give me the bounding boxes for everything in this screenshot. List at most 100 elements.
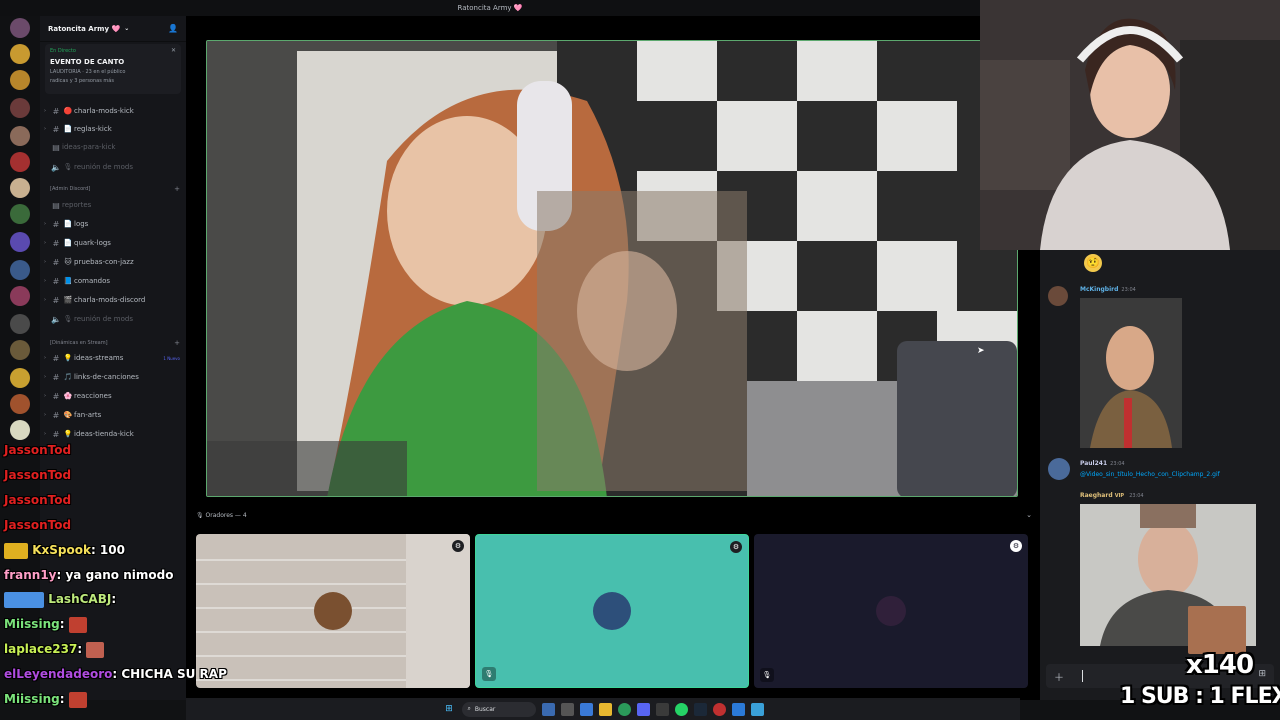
obs-icon[interactable] <box>655 702 669 716</box>
invite-people-icon[interactable]: 👤 <box>168 24 178 33</box>
gear-icon[interactable]: ⚙ <box>730 541 742 553</box>
channel-item[interactable]: › # 📄 logs <box>40 215 186 233</box>
plus-icon[interactable]: + <box>174 185 180 193</box>
overlay-chat-line: JassonTod <box>4 467 71 483</box>
message-time: 23:04 <box>1121 287 1136 293</box>
voice-channel-item[interactable]: 🔈 🎙 reunión de mods <box>40 158 186 176</box>
avatar <box>314 592 352 630</box>
server-icon[interactable] <box>10 394 30 414</box>
avatar[interactable] <box>1048 458 1070 480</box>
overlay-chat-user: JassonTod <box>4 443 72 457</box>
widgets-icon[interactable] <box>541 702 555 716</box>
server-icon[interactable] <box>10 126 30 146</box>
mic-muted-icon: 🎙 <box>760 668 774 682</box>
speaker-tile[interactable]: ⚙ <box>196 534 470 688</box>
server-icon[interactable] <box>10 420 30 440</box>
speaker-icon: 🔈 <box>51 162 61 172</box>
copilot-icon[interactable] <box>579 702 593 716</box>
server-icon[interactable] <box>10 340 30 360</box>
voice-channel-item[interactable]: 🔈 🎙 reunión de mods <box>40 310 186 328</box>
gear-icon[interactable]: ⚙ <box>452 540 464 552</box>
channel-label: logs <box>74 220 89 228</box>
overlay-chat-text: : 100 <box>90 543 125 557</box>
app-icon[interactable] <box>731 702 745 716</box>
discord-icon[interactable] <box>636 702 650 716</box>
overlay-chat-user: LashCABJ <box>48 592 112 606</box>
avatar[interactable] <box>1048 286 1068 306</box>
channel-emoji: 🎬 <box>63 296 73 304</box>
whatsapp-icon[interactable] <box>674 702 688 716</box>
server-icon[interactable] <box>10 286 30 306</box>
speaker-tile[interactable]: ⚙ 🎙 <box>475 534 749 688</box>
overlay-chat-text: : <box>59 692 65 706</box>
plus-icon[interactable]: ＋ <box>1054 669 1064 684</box>
server-icon[interactable] <box>10 260 30 280</box>
message-author[interactable]: Paul241 <box>1080 460 1107 467</box>
channel-item[interactable]: ▤ ideas-para-kick <box>40 138 186 156</box>
server-header[interactable]: Ratoncita Army 🩷 ⌄ 👤 <box>40 16 186 42</box>
server-icon[interactable] <box>10 70 30 90</box>
channel-item[interactable]: › # 💡 ideas-streams 1 Nuevo <box>40 349 186 367</box>
channel-item[interactable]: › # 🌸 reacciones <box>40 387 186 405</box>
speakers-header[interactable]: 🎙 Oradores — 4 ⌄ <box>196 508 1032 522</box>
channel-item[interactable]: › # 🎵 links-de-canciones <box>40 368 186 386</box>
message-image[interactable] <box>1080 298 1182 448</box>
channel-item[interactable]: › # 📄 reglas-kick <box>40 120 186 138</box>
chrome-icon[interactable] <box>617 702 631 716</box>
channel-item[interactable]: › # 📘 comandos <box>40 272 186 290</box>
apps-icon[interactable]: ⊞ <box>1258 669 1266 679</box>
window-title-bar: Ratoncita Army 🩷 <box>0 0 980 16</box>
server-icon[interactable] <box>10 152 30 172</box>
overlay-chat-user: JassonTod <box>4 493 72 507</box>
channel-emoji: 🌸 <box>63 392 73 400</box>
message-author[interactable]: McKingbird <box>1080 286 1118 293</box>
sub-goal-label: 1 SUB : 1 FLEXIÓN <box>1120 684 1280 709</box>
channel-label: links-de-canciones <box>74 373 139 381</box>
channel-item[interactable]: › # 💡 ideas-tienda-kick <box>40 425 186 443</box>
server-icon[interactable] <box>10 314 30 334</box>
live-event-card[interactable]: En Directo EVENTO DE CANTO LAUDITORIA · … <box>45 44 181 94</box>
overlay-chat-user: JassonTod <box>4 468 72 482</box>
server-icon[interactable] <box>10 368 30 388</box>
server-icon[interactable] <box>10 232 30 252</box>
category-dinamicas[interactable]: [Dinámicas en Stream] + <box>50 336 180 350</box>
hash-icon: # <box>52 257 60 267</box>
windows-start-icon[interactable]: ⊞ <box>443 703 456 716</box>
plus-icon[interactable]: + <box>174 339 180 347</box>
speaker-tile[interactable]: ⚙ 🎙 <box>754 534 1028 688</box>
avatar <box>876 596 906 626</box>
server-icon[interactable] <box>10 98 30 118</box>
server-icon[interactable] <box>10 18 30 38</box>
channel-label: comandos <box>74 277 111 285</box>
channel-item[interactable]: › # 🐱 pruebas-con-jazz <box>40 253 186 271</box>
overlay-chat-user: Miissing <box>4 617 60 631</box>
server-icon[interactable] <box>10 204 30 224</box>
attachment-link[interactable]: @Video_sin_título_Hecho_con_Clipchamp_2.… <box>1080 471 1220 478</box>
category-admin-discord[interactable]: [Admin Discord] + <box>50 182 180 196</box>
channel-item[interactable]: › # 📄 quark-logs <box>40 234 186 252</box>
channel-item[interactable]: › # 🎬 charla-mods-discord <box>40 291 186 309</box>
close-icon[interactable]: ✕ <box>171 47 176 54</box>
server-icon[interactable] <box>10 44 30 64</box>
message-header: Raeghard VIP 23:04 <box>1080 492 1144 499</box>
screen-share-video[interactable] <box>206 40 1018 497</box>
chevron-down-icon[interactable]: ⌄ <box>124 25 129 32</box>
chevron-down-icon[interactable]: ⌄ <box>1026 511 1032 519</box>
app-icon[interactable] <box>712 702 726 716</box>
taskbar-search[interactable]: ⌕ Buscar <box>461 701 536 717</box>
channel-item[interactable]: ▤ reportes <box>40 196 186 214</box>
overlay-chat-line: JassonTod <box>4 492 71 508</box>
task-view-icon[interactable] <box>560 702 574 716</box>
channel-item[interactable]: › # 🔴 charla-mods-kick <box>40 102 186 120</box>
overlay-chat-user: KxSpook <box>32 543 91 557</box>
steam-icon[interactable] <box>693 702 707 716</box>
hash-icon: # <box>52 276 60 286</box>
notepad-icon[interactable] <box>750 702 764 716</box>
server-icon[interactable] <box>10 178 30 198</box>
channel-item[interactable]: › # 🎨 fan-arts <box>40 406 186 424</box>
video-frame <box>207 41 1017 496</box>
channel-emoji: 🎨 <box>63 411 73 419</box>
gear-icon[interactable]: ⚙ <box>1010 540 1022 552</box>
file-explorer-icon[interactable] <box>598 702 612 716</box>
message-author[interactable]: Raeghard <box>1080 492 1113 499</box>
